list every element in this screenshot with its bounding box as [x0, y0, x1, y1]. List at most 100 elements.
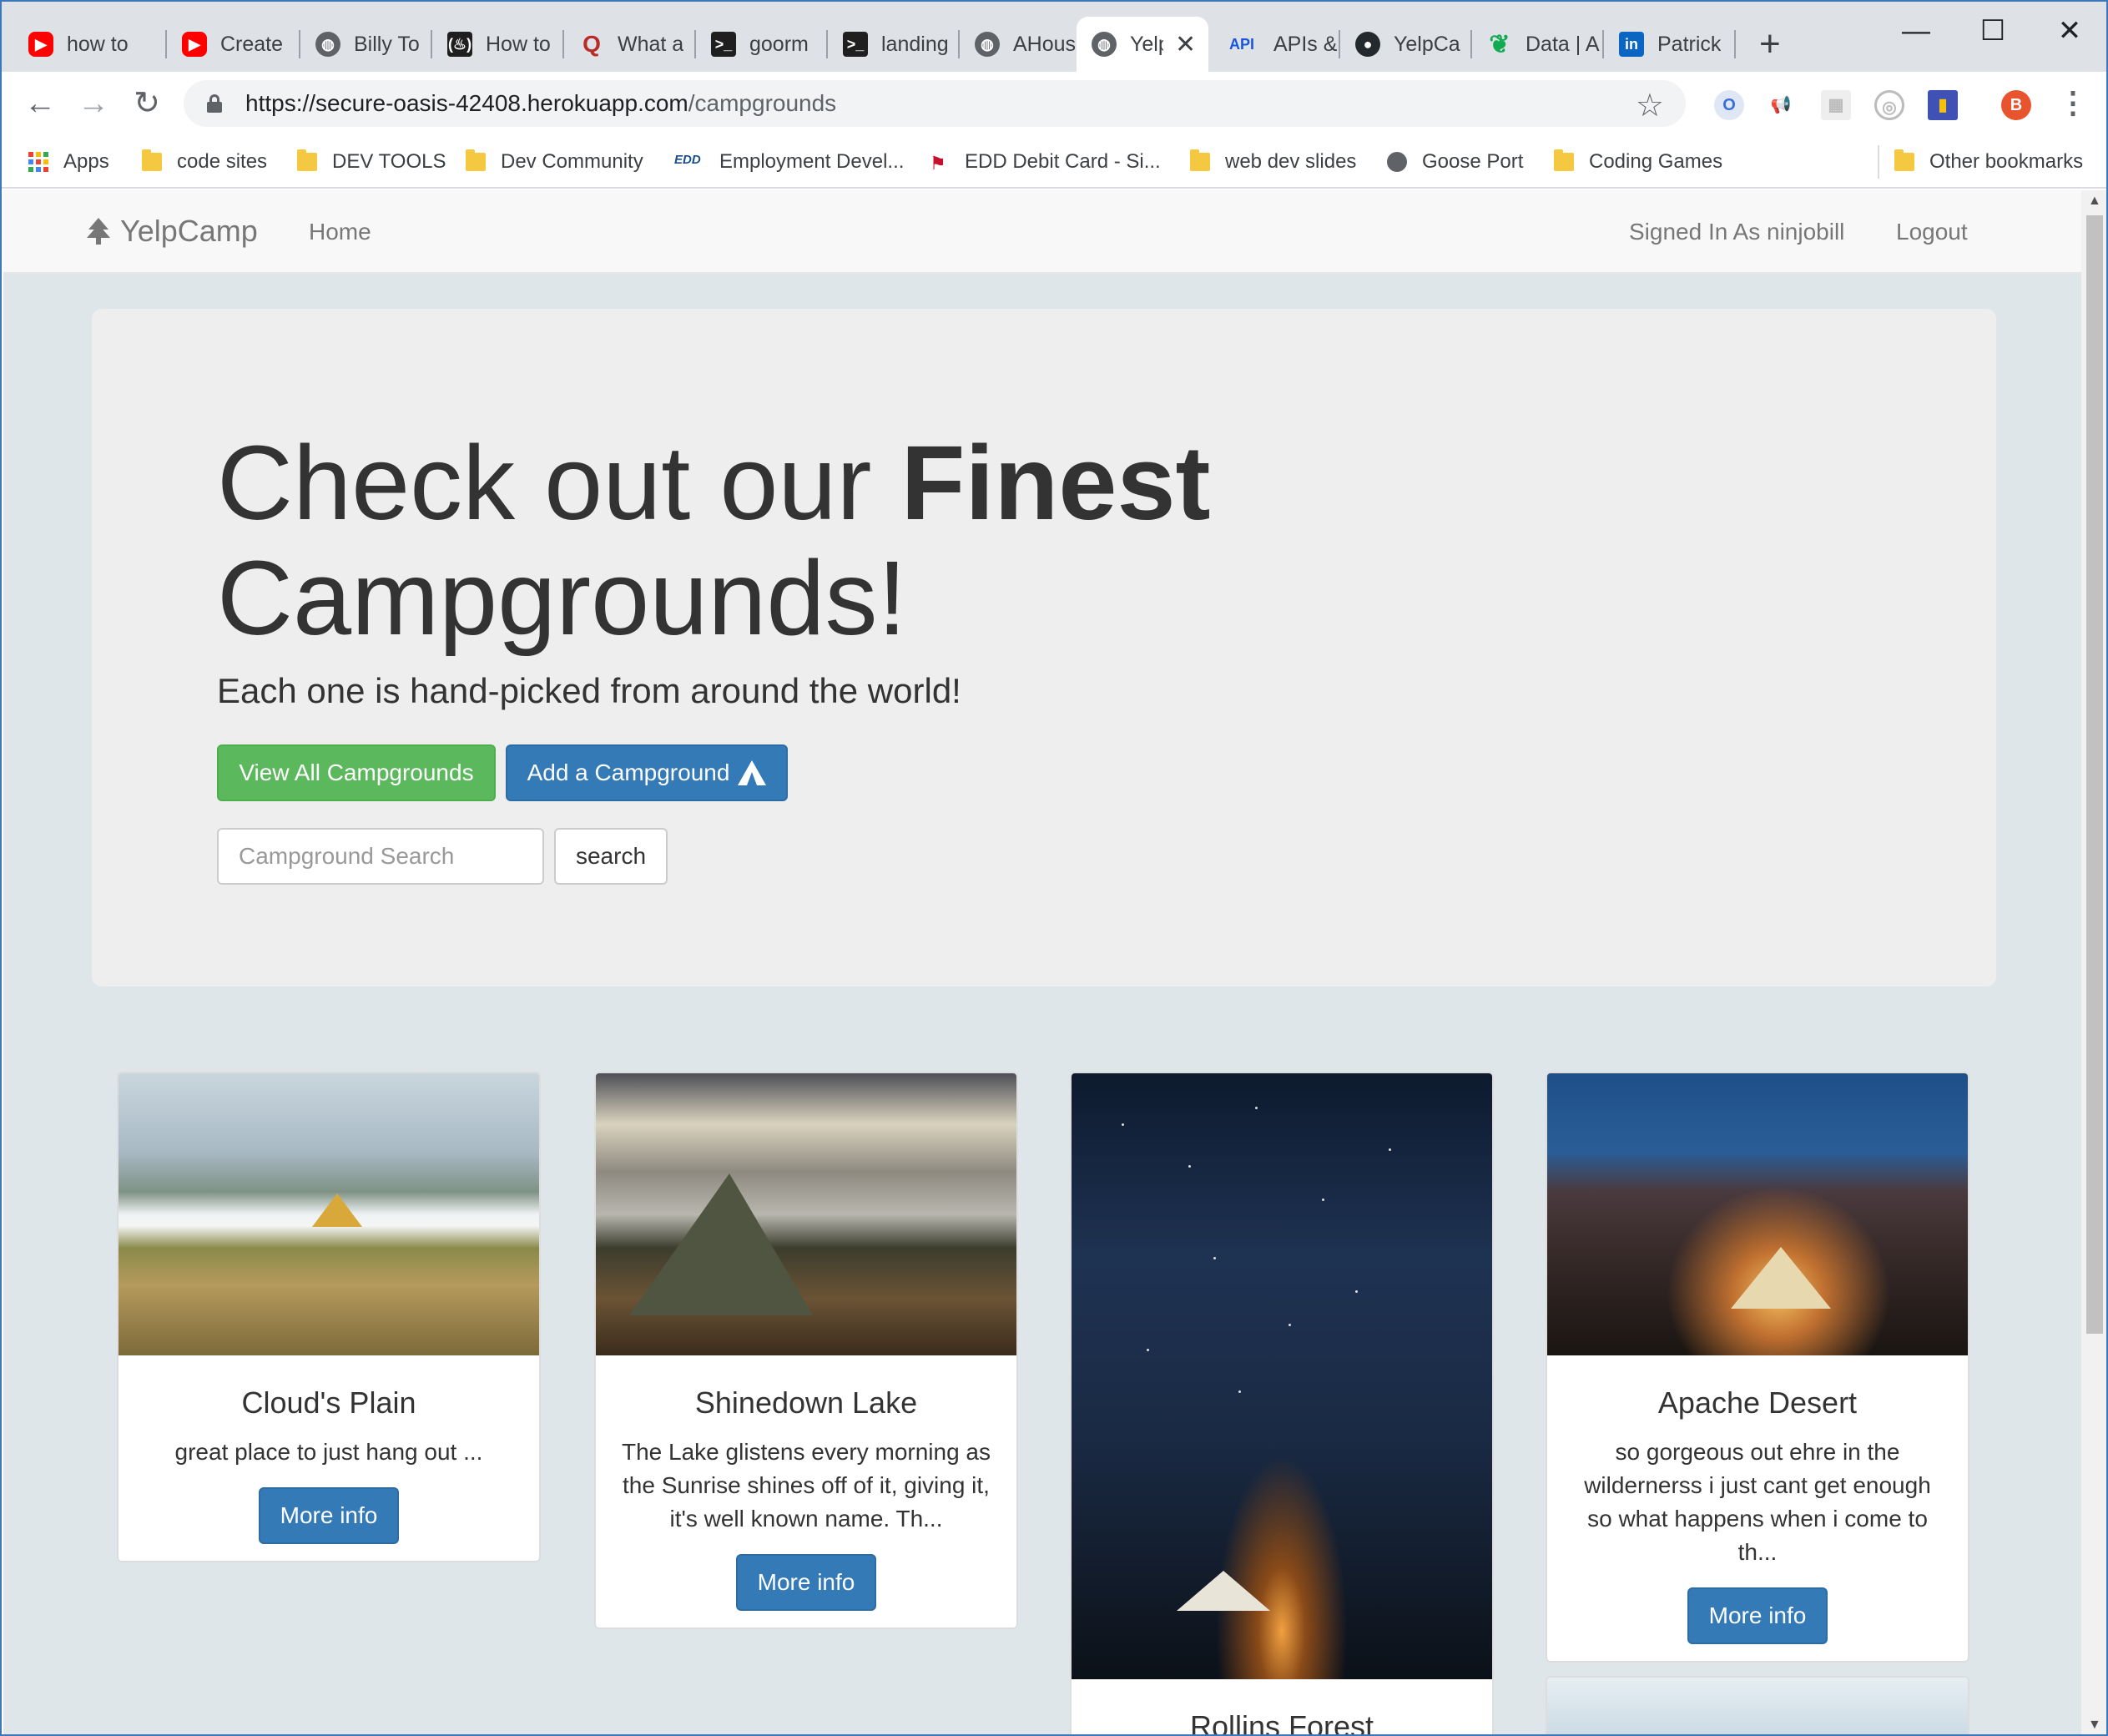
campground-image-desert-tent[interactable] — [1547, 1073, 1968, 1355]
bookmark-goose-port[interactable]: Goose Port — [1387, 145, 1523, 179]
folder-icon — [466, 149, 486, 171]
maximize-button[interactable]: ☐ — [1968, 10, 2018, 52]
tab-strip: ▶ how to ▶ Create ◍ Billy To (♨) How to Q Wha… — [2, 2, 2106, 72]
campground-image-partial[interactable] — [1547, 1678, 1968, 1734]
more-info-button[interactable]: More info — [259, 1487, 399, 1544]
campground-title: Rollins Forest — [1189, 1709, 1374, 1736]
campground-title: Apache Desert — [1657, 1385, 1858, 1420]
globe-icon: ◍ — [315, 32, 340, 57]
extension-target-icon[interactable]: ◎ — [1874, 90, 1904, 120]
url-path: /campgrounds — [688, 90, 837, 116]
tab-2[interactable]: ▶ Create — [167, 17, 300, 72]
tab-13[interactable]: in Patrick — [1604, 17, 1736, 72]
bookmark-edd[interactable]: EDD Employment Devel... — [674, 145, 904, 179]
bookmark-coding-games[interactable]: Coding Games — [1554, 145, 1722, 179]
tab-label: Patrick — [1657, 32, 1722, 56]
campground-title: Cloud's Plain — [241, 1385, 416, 1420]
tab-label: APIs & — [1273, 32, 1338, 56]
tab-9-active[interactable]: ◍ Yelp ✕ — [1077, 17, 1208, 72]
bookmark-edd-debit[interactable]: ⚑ EDD Debit Card - Si... — [930, 145, 1161, 179]
campground-card-partial — [1546, 1676, 1969, 1734]
bookmark-label: Other bookmarks — [1929, 150, 2084, 173]
view-all-campgrounds-button[interactable]: View All Campgrounds — [217, 744, 496, 801]
lock-icon[interactable] — [207, 94, 222, 113]
bookmark-other[interactable]: Other bookmarks — [1878, 145, 2083, 179]
logout-link[interactable]: Logout — [1896, 219, 1968, 245]
address-bar[interactable]: https://secure-oasis-42408.herokuapp.com… — [184, 80, 1686, 127]
close-window-button[interactable]: ✕ — [2045, 10, 2095, 52]
bookmark-label: Dev Community — [501, 150, 643, 173]
bookmark-web-dev-slides[interactable]: web dev slides — [1190, 145, 1356, 179]
campground-image-mountain-tent[interactable] — [119, 1073, 539, 1355]
tab-11[interactable]: ● YelpCa — [1340, 17, 1472, 72]
campground-card: Shinedown Lake The Lake glistens every m… — [594, 1072, 1018, 1629]
bookmark-star-icon[interactable]: ☆ — [1636, 87, 1664, 124]
bookmark-code-sites[interactable]: code sites — [142, 145, 267, 179]
tab-label: Billy To — [354, 32, 420, 56]
extension-megaphone-icon[interactable]: 📢 — [1766, 90, 1796, 120]
reload-icon[interactable]: ↻ — [127, 83, 167, 124]
campground-image-lake-tent[interactable] — [596, 1073, 1016, 1355]
globe-icon: ◍ — [1092, 32, 1117, 57]
signed-in-text[interactable]: Signed In As ninjobill — [1629, 219, 1844, 245]
back-arrow-icon[interactable]: ← — [20, 83, 60, 124]
close-tab-icon[interactable]: ✕ — [1175, 30, 1196, 59]
terminal-icon: >_ — [843, 32, 868, 57]
campground-image-starry-forest[interactable] — [1072, 1073, 1492, 1679]
more-info-button[interactable]: More info — [1687, 1587, 1828, 1644]
tab-10[interactable]: API APIs & — [1208, 17, 1340, 72]
campground-title: Shinedown Lake — [694, 1385, 918, 1420]
brand-text: YelpCamp — [120, 214, 258, 248]
linkedin-icon: in — [1619, 32, 1644, 57]
tab-3[interactable]: ◍ Billy To — [300, 17, 432, 72]
bookmarks-bar: Apps code sites DEV TOOLS Dev Community … — [2, 135, 2106, 189]
tab-4[interactable]: (♨) How to — [432, 17, 564, 72]
tab-12[interactable]: ❦ Data | A — [1472, 17, 1604, 72]
campground-card: Apache Desert so gorgeous out ehre in th… — [1546, 1072, 1969, 1663]
page-scrollbar[interactable]: ▲ ▼ — [2081, 190, 2106, 1734]
minimize-button[interactable]: — — [1891, 10, 1941, 52]
extension-opera-icon[interactable]: O — [1714, 90, 1744, 120]
tab-7[interactable]: >_ landing — [828, 17, 960, 72]
hero-subtitle: Each one is hand-picked from around the … — [217, 671, 961, 710]
campground-description: great place to just hang out ... — [174, 1439, 483, 1465]
github-icon: ● — [1355, 32, 1380, 57]
campground-search-input[interactable] — [217, 828, 544, 885]
extension-blue-icon[interactable]: ▮ — [1928, 90, 1958, 120]
tab-8[interactable]: ◍ AHouse — [960, 17, 1092, 72]
menu-kebab-icon[interactable]: ⋮ — [2058, 85, 2088, 120]
tab-label: how to — [67, 32, 129, 56]
forward-arrow-icon[interactable]: → — [73, 83, 113, 124]
search-button[interactable]: search — [554, 828, 668, 885]
site-navbar: YelpCamp Home Signed In As ninjobill Log… — [3, 190, 2081, 274]
scroll-down-arrow-icon[interactable]: ▼ — [2088, 1718, 2101, 1733]
hero-jumbotron: Check out our Finest Campgrounds! Each on… — [92, 309, 1996, 987]
edd-icon: EDD — [674, 153, 701, 167]
more-info-button[interactable]: More info — [736, 1554, 876, 1611]
add-campground-button[interactable]: Add a Campground — [506, 744, 788, 801]
scrollbar-thumb[interactable] — [2086, 215, 2103, 1334]
globe-icon — [1387, 152, 1407, 172]
bookmark-dev-community[interactable]: Dev Community — [466, 145, 643, 179]
tab-label: YelpCa — [1394, 32, 1460, 56]
bookmark-dev-tools[interactable]: DEV TOOLS — [297, 145, 446, 179]
folder-icon — [142, 149, 162, 171]
profile-avatar[interactable]: B — [2001, 90, 2031, 120]
bookmark-apps[interactable]: Apps — [28, 145, 109, 179]
tab-5[interactable]: Q What a — [564, 17, 696, 72]
tab-label: Yelp — [1130, 32, 1163, 56]
folder-icon — [1894, 149, 1914, 171]
folder-icon — [1554, 149, 1574, 171]
scroll-up-arrow-icon[interactable]: ▲ — [2088, 194, 2101, 209]
new-tab-button[interactable]: + — [1759, 23, 1781, 65]
nav-home-link[interactable]: Home — [309, 219, 371, 245]
tab-6[interactable]: >_ goorm — [696, 17, 828, 72]
brand-link[interactable]: YelpCamp — [87, 214, 258, 249]
button-label: View All Campgrounds — [239, 760, 474, 785]
tab-1[interactable]: ▶ how to — [13, 17, 167, 72]
quora-icon: Q — [582, 31, 601, 57]
extension-puzzle-icon[interactable]: ▦ — [1821, 90, 1851, 120]
campground-description: The Lake glistens every morning as the S… — [622, 1439, 991, 1532]
hero-title-line2: Campgrounds! — [217, 539, 907, 657]
folder-icon — [1190, 149, 1210, 171]
